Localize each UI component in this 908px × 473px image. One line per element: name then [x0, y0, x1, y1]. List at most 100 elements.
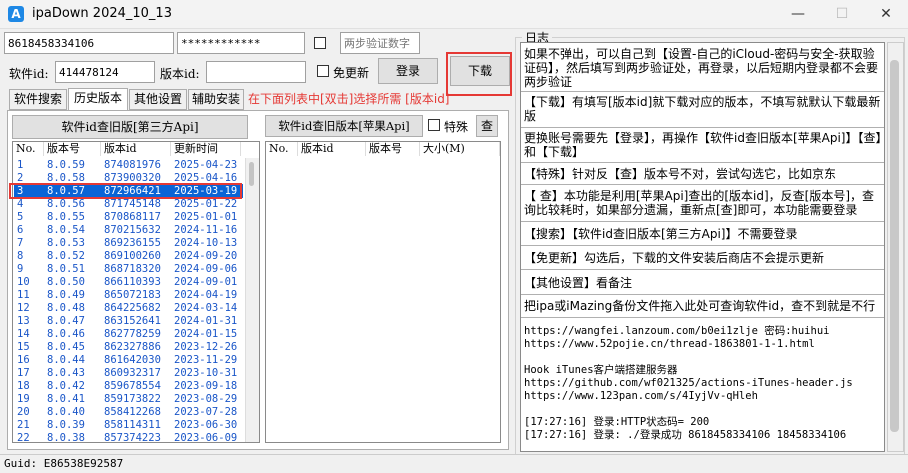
row-no: 22: [17, 432, 30, 443]
status-bar: [0, 454, 908, 473]
tab-other-settings[interactable]: 其他设置: [129, 89, 187, 110]
row-update-time: 2023-09-18: [174, 380, 238, 392]
table-row[interactable]: 12 8.0.48 864225682 2024-03-14: [14, 301, 243, 315]
row-update-time: 2023-10-31: [174, 367, 238, 379]
log-para-4: 【特殊】针对反【查】版本号不对，尝试勾选它，比如京东: [524, 167, 837, 181]
log-divider: [521, 245, 884, 246]
col-header-version[interactable]: 版本号: [44, 142, 101, 156]
table-row[interactable]: 16 8.0.44 861642030 2023-11-29: [14, 353, 243, 367]
table-row[interactable]: 6 8.0.54 870215632 2024-11-16: [14, 223, 243, 237]
row-no: 19: [17, 393, 30, 405]
two-step-checkbox[interactable]: [314, 37, 326, 49]
no-update-label: 免更新: [333, 66, 370, 80]
double-click-hint: 在下面列表中[双击]选择所需 [版本id]: [248, 92, 450, 106]
version-id-label: 版本id:: [160, 67, 200, 81]
log-scroll-thumb[interactable]: [890, 60, 899, 432]
rcol-header-version-id[interactable]: 版本id: [298, 142, 366, 156]
selected-row-highlight-box: [9, 183, 242, 199]
log-para-9: 把ipa或iMazing备份文件拖入此处可查询软件id，查不到就是不行: [524, 299, 876, 313]
row-version: 8.0.48: [47, 302, 85, 314]
col-header-update-time[interactable]: 更新时间: [171, 142, 241, 156]
row-version: 8.0.45: [47, 341, 85, 353]
tab-install-helper[interactable]: 辅助安装: [188, 89, 244, 110]
log-divider: [521, 162, 884, 163]
table-row[interactable]: 13 8.0.47 863152641 2024-01-31: [14, 314, 243, 328]
tab-history-versions[interactable]: 历史版本: [68, 88, 128, 111]
row-update-time: 2024-04-19: [174, 289, 238, 301]
row-no: 6: [17, 224, 24, 236]
table-row[interactable]: 20 8.0.40 858412268 2023-07-28: [14, 405, 243, 419]
guid-text: Guid: E86538E92587: [4, 457, 124, 470]
check-button[interactable]: 查: [476, 115, 498, 137]
close-button[interactable]: ✕: [864, 0, 908, 29]
maximize-button[interactable]: ☐: [820, 0, 864, 29]
row-update-time: 2024-01-15: [174, 328, 238, 340]
row-no: 17: [17, 367, 30, 379]
tab-software-search[interactable]: 软件搜索: [9, 89, 67, 110]
two-step-code-input[interactable]: [340, 32, 420, 54]
special-checkbox[interactable]: [428, 119, 440, 131]
row-version-id: 870868117: [104, 211, 161, 223]
version-id-input[interactable]: [206, 61, 306, 83]
rcol-header-version[interactable]: 版本号: [366, 142, 420, 156]
row-update-time: 2023-08-29: [174, 393, 238, 405]
rcol-header-no[interactable]: No.: [266, 142, 298, 156]
log-divider: [521, 221, 884, 222]
table-row[interactable]: 7 8.0.53 869236155 2024-10-13: [14, 236, 243, 250]
log-para-2: 【下载】有填写[版本id]就下载对应的版本，不填写就默认下载最新版: [524, 95, 881, 123]
log-para-1: 如果不弹出，可以自己到【设置-自己的iCloud-密码与安全-获取验证码】，然后…: [524, 47, 879, 89]
table-row[interactable]: 10 8.0.50 866110393 2024-09-01: [14, 275, 243, 289]
table-row[interactable]: 21 8.0.39 858114311 2023-06-30: [14, 418, 243, 432]
row-version-id: 865072183: [104, 289, 161, 301]
table-row[interactable]: 17 8.0.43 860932317 2023-10-31: [14, 366, 243, 380]
row-update-time: 2024-03-14: [174, 302, 238, 314]
table-row[interactable]: 22 8.0.38 857374223 2023-06-09: [14, 431, 243, 443]
table-row[interactable]: 14 8.0.46 862778259 2024-01-15: [14, 327, 243, 341]
table-row[interactable]: 1 8.0.59 874081976 2025-04-23: [14, 158, 243, 172]
row-version-id: 859173822: [104, 393, 161, 405]
row-version: 8.0.42: [47, 380, 85, 392]
table-row[interactable]: 5 8.0.55 870868117 2025-01-01: [14, 210, 243, 224]
row-version-id: 869236155: [104, 237, 161, 249]
query-third-party-button[interactable]: 软件id查旧版[第三方Api]: [12, 115, 248, 139]
no-update-checkbox[interactable]: [317, 65, 329, 77]
table-row[interactable]: 19 8.0.41 859173822 2023-08-29: [14, 392, 243, 406]
log-divider: [521, 317, 884, 318]
software-id-input[interactable]: [55, 61, 155, 83]
col-header-no[interactable]: No.: [13, 142, 44, 156]
table-row[interactable]: 15 8.0.45 862327886 2023-12-26: [14, 340, 243, 354]
row-version: 8.0.49: [47, 289, 85, 301]
list-scroll-thumb[interactable]: [249, 162, 254, 186]
list-scrollbar[interactable]: [245, 158, 259, 442]
table-row[interactable]: 9 8.0.51 868718320 2024-09-06: [14, 262, 243, 276]
log-divider: [521, 91, 884, 92]
table-row[interactable]: 18 8.0.42 859678554 2023-09-18: [14, 379, 243, 393]
row-version: 8.0.39: [47, 419, 85, 431]
log-divider: [521, 269, 884, 270]
table-row[interactable]: 11 8.0.49 865072183 2024-04-19: [14, 288, 243, 302]
login-button[interactable]: 登录: [378, 58, 438, 84]
apple-versions-list[interactable]: No. 版本id 版本号 大小(M): [265, 141, 501, 443]
row-update-time: 2025-01-01: [174, 211, 238, 223]
row-version-id: 870215632: [104, 224, 161, 236]
row-version-id: 869100260: [104, 250, 161, 262]
row-no: 15: [17, 341, 30, 353]
table-row[interactable]: 4 8.0.56 871745148 2025-01-22: [14, 197, 243, 211]
download-highlight-box: [446, 52, 512, 96]
col-header-version-id[interactable]: 版本id: [101, 142, 171, 156]
row-update-time: 2024-10-13: [174, 237, 238, 249]
minimize-button[interactable]: —: [776, 0, 820, 29]
log-para-8: 【其他设置】看备注: [524, 276, 633, 290]
query-apple-button[interactable]: 软件id查旧版本[苹果Api]: [265, 115, 423, 137]
table-row[interactable]: 8 8.0.52 869100260 2024-09-20: [14, 249, 243, 263]
log-textbox[interactable]: 如果不弹出，可以自己到【设置-自己的iCloud-密码与安全-获取验证码】，然后…: [520, 42, 885, 452]
row-version: 8.0.55: [47, 211, 85, 223]
log-divider: [521, 294, 884, 295]
row-update-time: 2025-04-23: [174, 159, 238, 171]
apple-id-input[interactable]: [4, 32, 174, 54]
row-update-time: 2023-06-30: [174, 419, 238, 431]
password-input[interactable]: [177, 32, 305, 54]
rcol-header-size[interactable]: 大小(M): [420, 142, 500, 156]
row-no: 9: [17, 263, 24, 275]
row-no: 14: [17, 328, 30, 340]
